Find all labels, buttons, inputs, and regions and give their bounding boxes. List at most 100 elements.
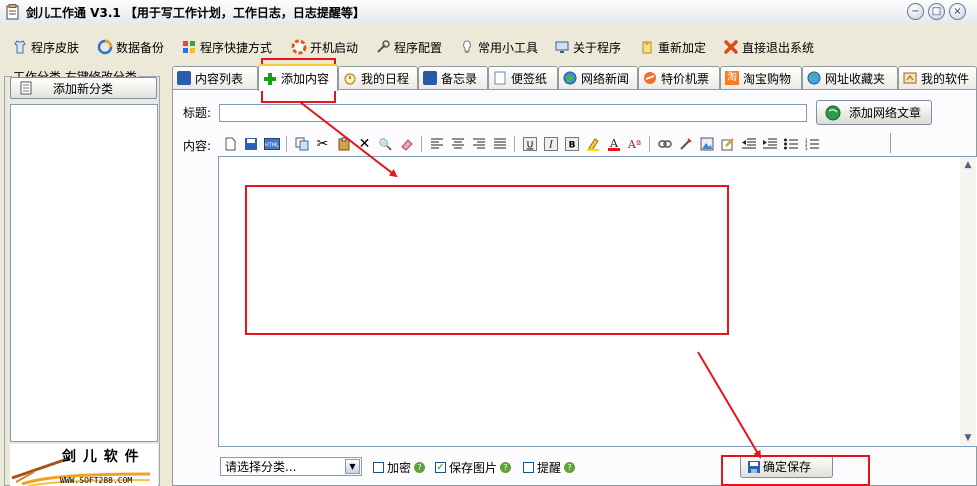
tab-memo[interactable]: 备忘录 [418,66,488,89]
bold-icon[interactable]: B [562,135,581,154]
numbered-list-icon[interactable]: 123 [802,135,821,154]
italic-icon[interactable]: I [541,135,560,154]
align-center-icon[interactable] [448,135,467,154]
menu-item-reload[interactable]: 重新加定 [639,36,706,58]
skin-icon [14,40,26,54]
save-icon[interactable] [241,135,260,154]
align-left-icon[interactable] [427,135,446,154]
help-icon[interactable]: ? [414,462,426,473]
highlight-icon[interactable] [583,135,602,154]
remind-option[interactable]: 提醒 ? [523,459,576,476]
encrypt-checkbox[interactable] [373,462,384,473]
find-icon[interactable]: 🔍 [376,135,395,154]
tab-my-software[interactable]: 我的软件 [898,66,977,89]
menu-item-skin[interactable]: 程序皮肤 [12,36,79,58]
add-category-label: 添加新分类 [53,81,114,96]
link-icon[interactable] [655,135,674,154]
alarm-clock-icon [344,73,356,85]
align-justify-icon[interactable] [490,135,509,154]
title-label: 标题: [183,106,212,120]
menu-item-shortcut[interactable]: 程序快捷方式 [181,36,272,58]
minimize-icon: − [911,5,920,17]
svg-text:B: B [568,141,575,151]
cut-icon[interactable]: ✂ [313,135,332,154]
tab-add-content[interactable]: 添加内容 [258,64,338,91]
save-images-checkbox[interactable]: ✓ [435,462,446,473]
copy-icon[interactable] [292,135,311,154]
save-button[interactable]: 确定保存 [740,455,833,478]
category-select[interactable]: 请选择分类... ▼ [220,457,362,476]
close-button[interactable]: × [949,3,966,20]
font-size-icon[interactable]: Aª [625,135,644,154]
delete-icon[interactable]: ✕ [355,135,374,154]
unlink-icon[interactable] [676,135,695,154]
add-web-article-label: 添加网络文章 [849,106,922,120]
encrypt-option[interactable]: 加密 ? [373,459,426,476]
startup-icon [291,39,307,55]
save-images-option[interactable]: ✓ 保存图片 ? [435,459,512,476]
image-icon[interactable] [697,135,716,154]
window-title: 剑儿工作通 V3.1 【用于写工作计划，工作日志，日志提醒等】 [26,6,365,20]
svg-text:I: I [548,141,553,151]
close-icon: × [953,5,962,17]
scroll-up-icon[interactable]: ▲ [960,157,976,173]
menu-item-exit[interactable]: 直接退出系统 [723,36,814,58]
new-doc-icon[interactable] [220,135,239,154]
tools-icon [463,40,471,53]
editor-scrollbar[interactable]: ▲ ▼ [960,157,976,446]
reload-icon [642,41,652,54]
paste-icon[interactable] [334,135,353,154]
outdent-icon[interactable] [739,135,758,154]
html-icon[interactable]: HTML [262,135,281,154]
menu-item-startup[interactable]: 开机启动 [291,36,358,58]
menu-label-skin: 程序皮肤 [31,40,80,55]
menu-label-exit: 直接退出系统 [742,40,815,55]
menu-item-tools[interactable]: 常用小工具 [459,36,538,58]
bullet-list-icon[interactable] [781,135,800,154]
content-editor[interactable] [218,156,977,447]
tab-bar: 内容列表 添加内容 我的日程 备忘录 便签纸 网络新闻 特价机票 淘 淘宝购物 … [172,64,977,91]
tab-flights[interactable]: 特价机票 [638,66,720,89]
menu-item-backup[interactable]: 数据备份 [97,36,164,58]
menu-label-shortcut: 程序快捷方式 [200,40,273,55]
align-right-icon[interactable] [469,135,488,154]
maximize-button[interactable]: □ [928,3,945,20]
menu-label-reload: 重新加定 [658,40,707,55]
tab-bookmarks[interactable]: 网址收藏夹 [802,66,898,89]
eraser-icon[interactable] [397,135,416,154]
title-input[interactable] [219,104,807,122]
tab-content-list[interactable]: 内容列表 [172,66,258,89]
menu-item-about[interactable]: 关于程序 [554,36,621,58]
help-icon[interactable]: ? [500,462,512,473]
save-images-label: 保存图片 [449,461,498,475]
font-color-icon[interactable]: A [604,135,623,154]
tab-sticky-note[interactable]: 便签纸 [488,66,558,89]
scroll-down-icon[interactable]: ▼ [960,430,976,446]
add-web-article-button[interactable]: 添加网络文章 [816,100,932,125]
tab-schedule[interactable]: 我的日程 [338,66,418,89]
logo-url: WWW.SOFT288.COM [60,476,133,485]
category-list[interactable] [10,104,158,442]
chevron-down-icon[interactable]: ▼ [345,459,360,474]
underline-icon[interactable]: U [520,135,539,154]
add-category-button[interactable]: 添加新分类 [10,77,157,99]
menu-label-tools: 常用小工具 [478,40,539,55]
tab-taobao[interactable]: 淘 淘宝购物 [720,66,802,89]
shortcut-icon [183,41,195,53]
help-icon[interactable]: ? [564,462,576,473]
indent-icon[interactable] [760,135,779,154]
title-bar: 剑儿工作通 V3.1 【用于写工作计划，工作日志，日志提醒等】 − □ × [0,0,977,24]
menu-label-config: 程序配置 [394,40,443,55]
remind-checkbox[interactable] [523,462,534,473]
editor-toolbar: HTML ✂ ✕ 🔍 U I B A Aª 123 [220,133,821,155]
edit-icon[interactable] [718,135,737,154]
minimize-button[interactable]: − [907,3,924,20]
menu-bar: 程序皮肤 数据备份 程序快捷方式 开机启动 程序配置 常用小工具 关于程序 重新… [0,36,977,60]
menu-item-config[interactable]: 程序配置 [375,36,442,58]
backup-icon [97,39,113,55]
flight-icon [644,72,656,84]
tab-news[interactable]: 网络新闻 [558,66,638,89]
config-icon [377,40,390,53]
save-button-label: 确定保存 [763,460,812,474]
book-icon [177,71,191,85]
